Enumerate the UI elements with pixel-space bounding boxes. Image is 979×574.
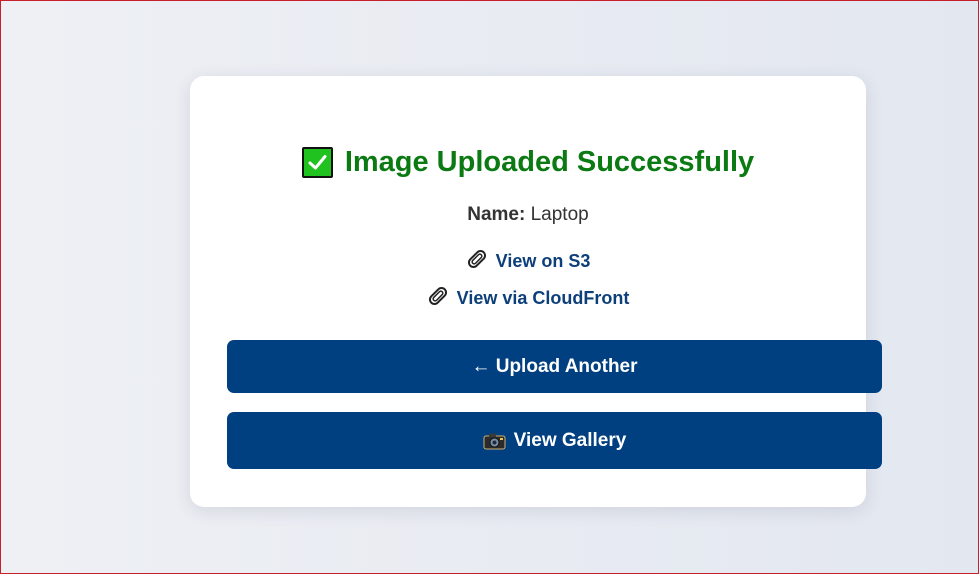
camera-icon — [483, 432, 506, 450]
title-row: Image Uploaded Successfully — [190, 144, 866, 180]
upload-another-button[interactable]: ← Upload Another — [227, 340, 882, 393]
result-card: Image Uploaded Successfully Name: Laptop… — [190, 76, 882, 507]
name-value: Laptop — [530, 204, 589, 225]
s3-link-row: View on S3 — [190, 248, 866, 275]
name-row: Name: Laptop — [190, 204, 866, 226]
upload-another-label: ← Upload Another — [471, 355, 638, 377]
view-on-s3-link[interactable]: View on S3 — [496, 251, 591, 272]
view-gallery-label: View Gallery — [513, 429, 627, 451]
paperclip-icon — [466, 248, 488, 275]
view-via-cloudfront-link[interactable]: View via CloudFront — [457, 288, 630, 309]
cloudfront-link-row: View via CloudFront — [190, 285, 866, 312]
view-gallery-button[interactable]: View Gallery — [227, 412, 882, 469]
name-label: Name: — [467, 204, 526, 225]
page-title: Image Uploaded Successfully — [344, 146, 755, 178]
check-mark-icon — [301, 146, 333, 178]
paperclip-icon — [427, 285, 449, 312]
